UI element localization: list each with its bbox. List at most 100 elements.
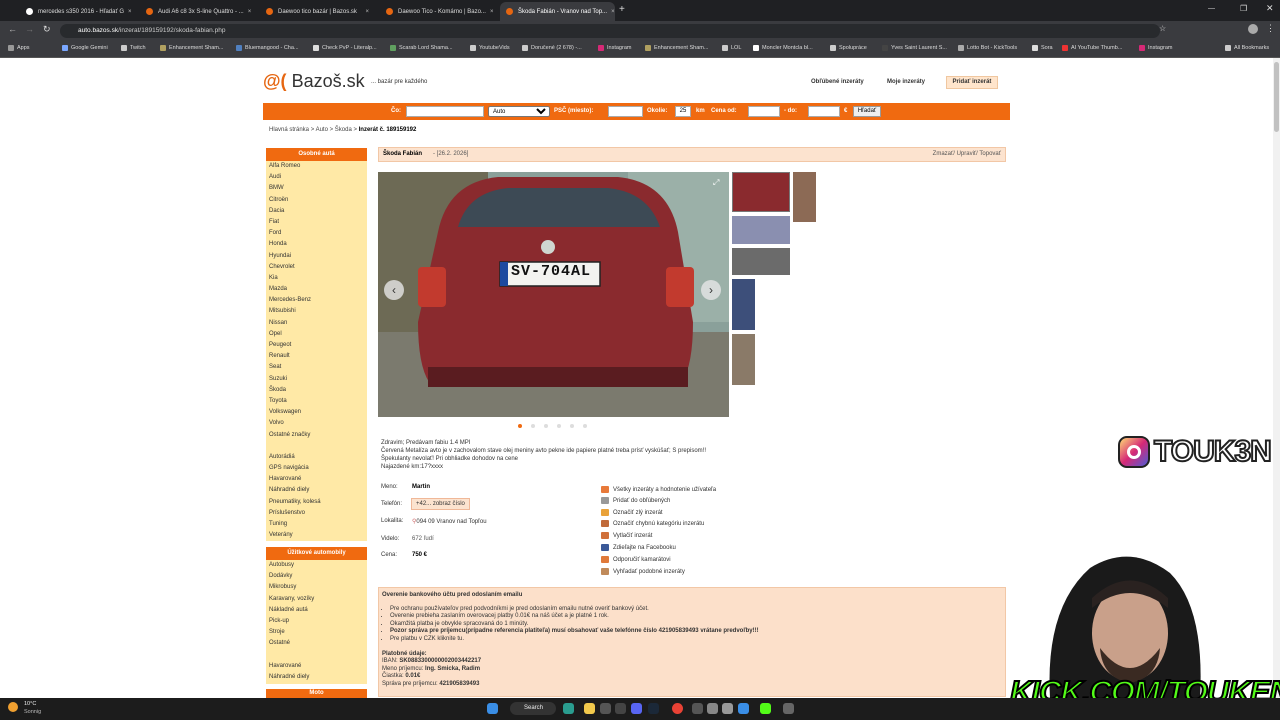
close-window-button[interactable]: ✕ — [1266, 3, 1274, 14]
close-icon[interactable]: × — [486, 9, 494, 15]
bookmark[interactable]: Enhancement Sham... — [645, 45, 708, 51]
show-phone-button[interactable]: +42... zobraz číslo — [411, 498, 470, 510]
sidebar-item[interactable]: Volkswagen — [266, 407, 367, 418]
bookmark[interactable]: Bluemangood - Cha... — [236, 45, 299, 51]
crumb-auto[interactable]: Auto — [316, 127, 328, 133]
category-select[interactable]: Auto — [488, 106, 550, 117]
bookmark[interactable]: Lotto Bot - KickTools — [958, 45, 1017, 51]
sidebar-item[interactable]: Seat — [266, 362, 367, 373]
sidebar-item[interactable]: BMW — [266, 183, 367, 194]
sidebar-heading-cars[interactable]: Osobné autá — [266, 148, 367, 161]
action-print[interactable]: Vytlačiť inzerát — [601, 532, 652, 539]
sidebar-item[interactable]: Kia — [266, 273, 367, 284]
bookmark[interactable]: Moncler Montcla bl... — [753, 45, 813, 51]
thumbnail-6[interactable] — [732, 334, 755, 385]
app-icon[interactable] — [600, 703, 611, 714]
back-icon[interactable]: ← — [8, 24, 17, 34]
prev-photo-button[interactable]: ‹ — [384, 280, 404, 300]
bank-czk-link[interactable]: Pre platbu v CZK kliknite tu. — [390, 636, 1002, 644]
scrollbar-thumb[interactable] — [1274, 62, 1279, 132]
app-icon[interactable] — [760, 703, 771, 714]
carousel-dot[interactable] — [570, 424, 574, 428]
action-favorite[interactable]: Pridať do obľúbených — [601, 497, 670, 504]
menu-icon[interactable]: ⋮ — [1266, 23, 1275, 34]
sidebar-item[interactable]: Havarované — [266, 661, 367, 672]
carousel-dot[interactable] — [544, 424, 548, 428]
bookmark[interactable]: Instagram — [1139, 45, 1172, 51]
reload-icon[interactable]: ↻ — [43, 24, 51, 35]
sidebar-item[interactable]: Ostatné značky — [266, 430, 367, 441]
sidebar-item[interactable]: Honda — [266, 239, 367, 250]
app-icon[interactable] — [692, 703, 703, 714]
bookmark[interactable]: YoutubeVids — [470, 45, 510, 51]
carousel-dot[interactable] — [531, 424, 535, 428]
sidebar-item[interactable]: Mitsubishi — [266, 306, 367, 317]
thumbnail-3[interactable] — [732, 248, 790, 275]
sidebar-item[interactable]: Nissan — [266, 318, 367, 329]
file-explorer-icon[interactable] — [584, 703, 595, 714]
crumb-home[interactable]: Hlavná stránka — [269, 127, 309, 133]
action-recommend[interactable]: Odporučiť kamarátovi — [601, 556, 671, 563]
weather-temp[interactable]: 10°C — [24, 701, 36, 707]
profile-avatar[interactable] — [1248, 24, 1258, 34]
carousel-dot[interactable] — [583, 424, 587, 428]
sidebar-item[interactable]: Audi — [266, 172, 367, 183]
sidebar-item[interactable]: Mercedes-Benz — [266, 295, 367, 306]
sidebar-item[interactable]: Príslušenstvo — [266, 508, 367, 519]
sidebar-heading-moto[interactable]: Moto — [266, 689, 367, 698]
expand-icon[interactable]: ⤢ — [713, 178, 719, 188]
bookmark[interactable]: Doručené (2 678) -... — [522, 45, 582, 51]
sidebar-item[interactable]: Náhradné diely — [266, 672, 367, 683]
sidebar-item[interactable]: Volvo — [266, 418, 367, 429]
chrome-icon[interactable] — [672, 703, 683, 714]
tab-1[interactable]: mercedes s350 2016 - Hľadať G × — [20, 2, 135, 21]
close-icon[interactable]: × — [607, 9, 615, 15]
sidebar-item[interactable]: Renault — [266, 351, 367, 362]
sidebar-item[interactable]: Alfa Romeo — [266, 161, 367, 172]
page-scrollbar[interactable] — [1273, 58, 1280, 698]
price-from-input[interactable] — [748, 106, 780, 117]
radius-input[interactable]: 25 — [675, 106, 691, 117]
bookmark[interactable]: Enhancement Sham... — [160, 45, 223, 51]
sidebar-item[interactable]: Veterány — [266, 530, 367, 541]
sidebar-item[interactable]: Mikrobusy — [266, 582, 367, 593]
my-ads-link[interactable]: Moje inzeráty — [887, 79, 925, 85]
main-photo[interactable]: SV-704AL ‹ › ⤢ — [378, 172, 729, 417]
sidebar-item[interactable]: Pick-up — [266, 616, 367, 627]
sidebar-item[interactable]: Nákladné autá — [266, 605, 367, 616]
thumbnail-4[interactable] — [793, 172, 816, 222]
bookmark[interactable]: Instagram — [598, 45, 631, 51]
sidebar-item[interactable]: Autobusy — [266, 560, 367, 571]
sidebar-item[interactable]: Ford — [266, 228, 367, 239]
steam-icon[interactable] — [648, 703, 659, 714]
windows-start-icon[interactable] — [487, 703, 498, 714]
bookmark[interactable]: Spolupráce — [830, 45, 867, 51]
star-icon[interactable]: ☆ — [1159, 24, 1166, 33]
sidebar-item[interactable]: GPS navigácia — [266, 463, 367, 474]
bookmark[interactable]: LOL — [722, 45, 741, 51]
sidebar-item[interactable]: Náhradné diely — [266, 485, 367, 496]
carousel-dot-active[interactable] — [518, 424, 522, 428]
sidebar-item[interactable]: Opel — [266, 329, 367, 340]
sidebar-item[interactable]: Ostatné — [266, 638, 367, 649]
site-logo[interactable]: @( Bazoš.sk — [263, 71, 365, 92]
sidebar-item[interactable]: Dacia — [266, 206, 367, 217]
bookmark[interactable]: Twitch — [121, 45, 146, 51]
thumbnail-5[interactable] — [732, 279, 755, 330]
add-ad-button[interactable]: Pridať inzerát — [946, 76, 998, 89]
sidebar-item[interactable]: Toyota — [266, 396, 367, 407]
sidebar-item[interactable]: Suzuki — [266, 374, 367, 385]
bookmark-apps[interactable]: Apps — [8, 45, 30, 51]
maximize-button[interactable]: ❐ — [1240, 4, 1247, 13]
tab-3[interactable]: Daewoo tico bazár | Bazos.sk × — [260, 2, 375, 21]
price-to-input[interactable] — [808, 106, 840, 117]
url-input[interactable]: auto.bazos.sk/inzerat/189159192/skoda-fa… — [60, 24, 1160, 38]
sidebar-item[interactable]: Tuning — [266, 519, 367, 530]
action-all-ads[interactable]: Všetky inzeráty a hodnotenie užívateľa — [601, 486, 716, 493]
bookmark[interactable]: Google Gemini — [62, 45, 108, 51]
next-photo-button[interactable]: › — [701, 280, 721, 300]
action-similar[interactable]: Vyhľadať podobné inzeráty — [601, 568, 685, 575]
bookmark[interactable]: Check PvP - Literalp... — [313, 45, 377, 51]
action-share-facebook[interactable]: Zdieľajte na Facebooku — [601, 544, 676, 551]
app-icon[interactable] — [738, 703, 749, 714]
